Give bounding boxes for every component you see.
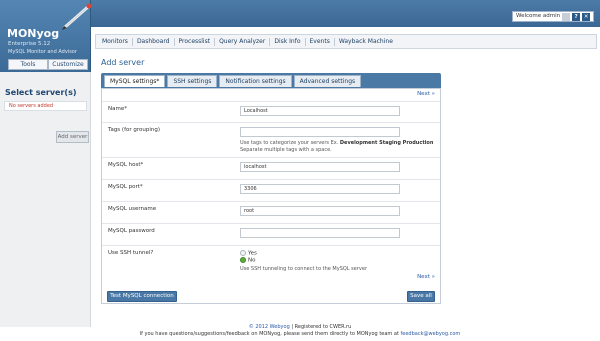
divider	[102, 201, 440, 202]
tags-help: Use tags to categorize your servers Ex. …	[240, 140, 433, 154]
divider	[102, 122, 440, 123]
divider	[102, 223, 440, 224]
tools-button[interactable]: Tools	[8, 59, 48, 70]
tab-ssh-settings[interactable]: SSH settings	[167, 75, 218, 87]
ssh-yes-option[interactable]: Yes	[240, 250, 257, 257]
tags-help-example: Development Staging Production	[339, 140, 434, 146]
registered-text: | Registered to CWER.ru	[291, 324, 352, 330]
nav-query-analyzer[interactable]: Query Analyzer	[215, 37, 271, 46]
customize-button[interactable]: Customize	[48, 59, 88, 70]
welcome-box: Welcome admin ? ✕	[512, 11, 595, 22]
sidebar-title: Select server(s)	[5, 88, 77, 97]
nav-dashboard[interactable]: Dashboard	[133, 37, 175, 46]
ssh-no-label: No	[248, 257, 256, 264]
help-icon[interactable]: ?	[572, 12, 581, 21]
ssh-yes-label: Yes	[248, 250, 257, 257]
password-label: MySQL password	[108, 228, 155, 234]
tab-notification-settings[interactable]: Notification settings	[219, 75, 292, 87]
pen-logo-icon	[62, 3, 92, 30]
tags-label: Tags (for grouping)	[108, 127, 161, 133]
app-version: Enterprise 5.12	[8, 41, 51, 47]
brand-panel: MONyog Enterprise 5.12 MySQL Monitor and…	[0, 0, 92, 72]
next-link-bottom[interactable]: Next »	[417, 274, 435, 280]
app-title: MONyog	[7, 27, 60, 40]
tags-help-note: Separate multiple tags with a space.	[240, 147, 332, 153]
username-input[interactable]: root	[240, 206, 400, 216]
feedback-text: If you have questions/suggestions/feedba…	[139, 331, 399, 337]
ssh-yes-radio[interactable]	[240, 250, 246, 256]
main-nav: Monitors Dashboard Processlist Query Ana…	[95, 34, 597, 49]
divider	[102, 157, 440, 158]
host-label: MySQL host*	[108, 162, 144, 168]
tags-help-text: Use tags to categorize your servers Ex.	[240, 140, 339, 146]
name-input[interactable]: Localhost	[240, 106, 400, 116]
settings-tabs: MySQL settings* SSH settings Notificatio…	[101, 73, 441, 88]
add-server-button[interactable]: Add server	[56, 131, 89, 143]
username-label: MySQL username	[108, 206, 157, 212]
port-label: MySQL port*	[108, 184, 143, 190]
ssh-help: Use SSH tunneling to connect to the MySQ…	[240, 266, 367, 272]
footer-copyright: © 2012 Webyog | Registered to CWER.ru	[0, 324, 600, 330]
host-input[interactable]: localhost	[240, 162, 400, 172]
app-subtitle: MySQL Monitor and Advisor	[8, 49, 77, 55]
divider	[102, 245, 440, 246]
logout-icon[interactable]: ✕	[582, 12, 591, 21]
save-all-button[interactable]: Save all	[407, 291, 435, 302]
footer-feedback: If you have questions/suggestions/feedba…	[0, 331, 600, 337]
password-input[interactable]	[240, 228, 400, 238]
ssh-no-option[interactable]: No	[240, 257, 255, 264]
sidebar: Select server(s) No servers added Add se…	[0, 72, 91, 327]
tab-advanced-settings[interactable]: Advanced settings	[293, 75, 362, 87]
tags-input[interactable]	[240, 127, 400, 137]
nav-events[interactable]: Events	[306, 37, 335, 46]
test-connection-button[interactable]: Test MySQL connection	[107, 291, 177, 302]
welcome-text: Welcome admin	[516, 13, 561, 19]
ssh-tunnel-label: Use SSH tunnel?	[108, 250, 154, 256]
feedback-email-link[interactable]: feedback@webyog.com	[401, 331, 461, 337]
tab-mysql-settings[interactable]: MySQL settings*	[104, 75, 166, 87]
nav-processlist[interactable]: Processlist	[175, 37, 216, 46]
divider	[102, 101, 440, 102]
next-link-top[interactable]: Next »	[417, 91, 435, 97]
ssh-no-radio[interactable]	[240, 257, 246, 263]
nav-monitors[interactable]: Monitors	[98, 37, 133, 46]
nav-disk-info[interactable]: Disk Info	[270, 37, 306, 46]
webyog-link[interactable]: Webyog	[270, 324, 290, 330]
name-label: Name*	[108, 106, 127, 112]
divider	[102, 179, 440, 180]
user-menu-icon[interactable]	[562, 12, 571, 21]
page-title: Add server	[101, 58, 145, 67]
port-input[interactable]: 3306	[240, 184, 400, 194]
empty-servers-message: No servers added	[4, 101, 87, 111]
copyright-text: © 2012	[248, 324, 269, 330]
mysql-settings-form: Next » Name* Localhost Tags (for groupin…	[101, 88, 441, 304]
nav-wayback-machine[interactable]: Wayback Machine	[335, 38, 397, 46]
